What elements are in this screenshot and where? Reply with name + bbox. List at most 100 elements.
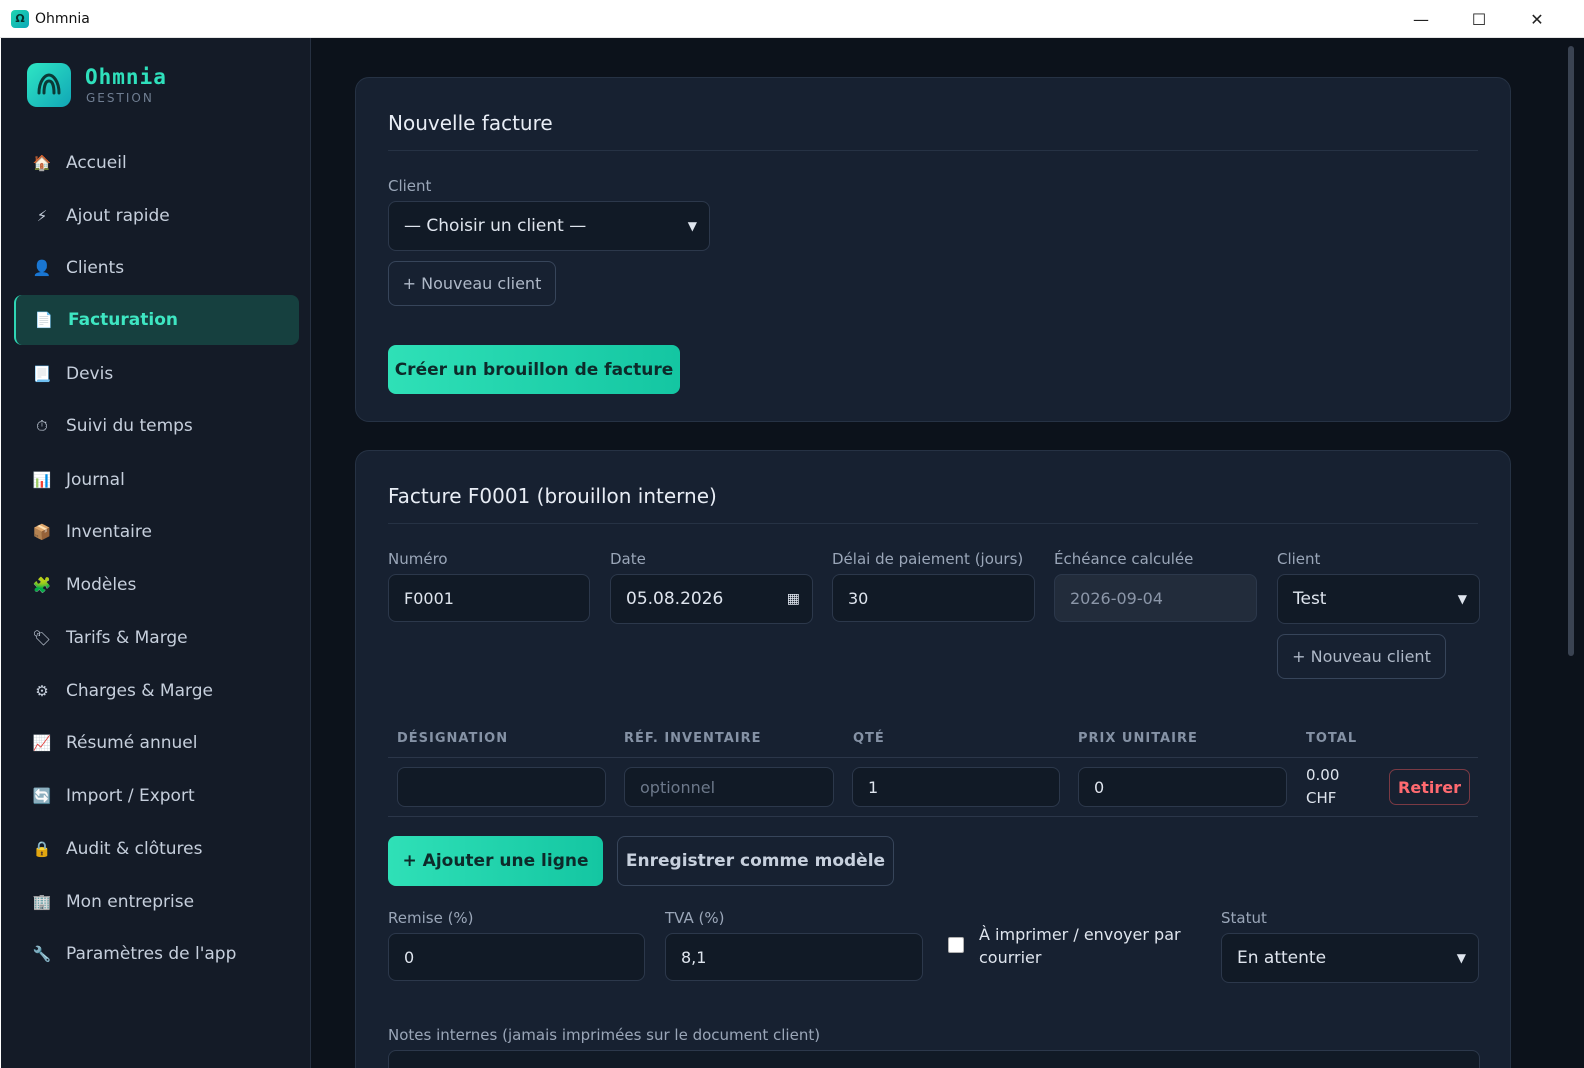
wrench-icon: 🔧 [32, 945, 52, 963]
sidebar-item-label: Modèles [66, 575, 137, 595]
save-as-template-button[interactable]: Enregistrer comme modèle [617, 836, 894, 886]
sidebar-item-label: Paramètres de l'app [66, 944, 237, 964]
sidebar-item-label: Tarifs & Marge [66, 628, 188, 648]
sidebar-item-resume-annuel[interactable]: 📈 Résumé annuel [14, 718, 299, 768]
building-icon: 🏢 [32, 893, 52, 911]
sidebar-item-ajout-rapide[interactable]: ⚡ Ajout rapide [14, 191, 299, 241]
sidebar: Ohmnia GESTION 🏠 Accueil ⚡ Ajout rapide 👤 C… [1, 38, 311, 1068]
sidebar-item-devis[interactable]: 📃 Devis [14, 349, 299, 399]
client-label: Client [388, 177, 432, 195]
create-draft-button[interactable]: Créer un brouillon de facture [388, 345, 680, 394]
new-invoice-card: Nouvelle facture Client — Choisir un cli… [355, 77, 1511, 422]
notes-textarea[interactable] [388, 1050, 1480, 1068]
discount-input[interactable]: 0 [388, 933, 645, 981]
payment-delay-input[interactable]: 30 [832, 574, 1035, 622]
maximize-button[interactable]: ☐ [1450, 0, 1508, 38]
mail-checkbox-label: À imprimer / envoyer par courrier [979, 925, 1181, 967]
user-icon: 👤 [32, 259, 52, 277]
column-header-qty: QTÉ [853, 731, 885, 746]
line-total: 0.00 CHF [1306, 764, 1339, 810]
client-select-value: Test [1293, 589, 1327, 609]
bar-chart-icon: 📊 [32, 471, 52, 489]
designation-input[interactable] [397, 767, 606, 807]
sidebar-item-audit-clotures[interactable]: 🔒 Audit & clôtures [14, 824, 299, 874]
new-client-button[interactable]: + Nouveau client [1277, 634, 1446, 679]
sidebar-item-import-export[interactable]: 🔄 Import / Export [14, 771, 299, 821]
sidebar-item-modeles[interactable]: 🧩 Modèles [14, 560, 299, 610]
sidebar-item-inventaire[interactable]: 📦 Inventaire [14, 507, 299, 557]
vat-value: 8,1 [681, 947, 707, 967]
minimize-button[interactable]: — [1392, 0, 1450, 38]
calendar-icon[interactable]: ▦ [787, 591, 800, 607]
sidebar-item-charges-marge[interactable]: ⚙ Charges & Marge [14, 666, 299, 716]
lightning-icon: ⚡ [36, 207, 48, 225]
remove-line-button[interactable]: Retirer [1389, 769, 1470, 805]
sidebar-item-journal[interactable]: 📊 Journal [14, 455, 299, 505]
sidebar-item-mon-entreprise[interactable]: 🏢 Mon entreprise [14, 877, 299, 927]
qty-input[interactable]: 1 [852, 767, 1060, 807]
column-header-designation: DÉSIGNATION [397, 731, 509, 746]
sidebar-item-label: Devis [66, 364, 114, 384]
client-select[interactable]: Test ▼ [1277, 574, 1480, 624]
sidebar-item-label: Résumé annuel [66, 733, 198, 753]
date-label: Date [610, 550, 646, 568]
new-client-button[interactable]: + Nouveau client [388, 261, 556, 306]
number-input[interactable]: F0001 [388, 574, 590, 622]
sidebar-item-facturation[interactable]: 📄 Facturation [14, 295, 299, 345]
add-line-button[interactable]: + Ajouter une ligne [388, 836, 603, 886]
qty-value: 1 [868, 777, 879, 797]
status-select-value: En attente [1237, 948, 1327, 968]
stopwatch-icon: ⏱ [36, 417, 48, 435]
box-icon: 📦 [32, 523, 52, 541]
due-date-value: 2026-09-04 [1070, 588, 1163, 608]
sidebar-item-label: Ajout rapide [66, 206, 170, 226]
brand-logo-icon [27, 63, 71, 107]
vat-input[interactable]: 8,1 [665, 933, 923, 981]
ref-input[interactable]: optionnel [624, 767, 834, 807]
number-value: F0001 [404, 588, 454, 608]
unit-price-value: 0 [1094, 777, 1105, 797]
line-total-currency: CHF [1306, 789, 1337, 807]
invoice-icon: 📄 [34, 311, 54, 329]
client-label: Client [1277, 550, 1321, 568]
sidebar-item-clients[interactable]: 👤 Clients [14, 243, 299, 293]
client-select-value: — Choisir un client — [404, 216, 587, 236]
column-header-unit-price: PRIX UNITAIRE [1078, 731, 1198, 746]
sidebar-item-label: Charges & Marge [66, 681, 213, 701]
sidebar-item-tarifs-marge[interactable]: 🏷 Tarifs & Marge [14, 613, 299, 663]
status-select[interactable]: En attente ▼ [1221, 933, 1479, 983]
unit-price-input[interactable]: 0 [1078, 767, 1287, 807]
gear-icon: ⚙ [35, 682, 49, 700]
sidebar-item-label: Clients [66, 258, 125, 278]
table-header-line [388, 757, 1478, 758]
date-input[interactable]: 05.08.2026 ▦ [610, 574, 813, 624]
vat-label: TVA (%) [665, 909, 725, 927]
sidebar-item-accueil[interactable]: 🏠 Accueil [14, 138, 299, 188]
payment-delay-value: 30 [848, 588, 869, 608]
main-content: Nouvelle facture Client — Choisir un cli… [311, 38, 1584, 1068]
payment-delay-label: Délai de paiement (jours) [832, 550, 1024, 568]
refresh-icon: 🔄 [32, 787, 52, 805]
sidebar-item-label: Audit & clôtures [66, 839, 203, 859]
sidebar-item-label: Journal [66, 470, 125, 490]
card-title: Facture F0001 (brouillon interne) [388, 484, 717, 508]
sidebar-item-label: Accueil [66, 153, 127, 173]
due-date-label: Échéance calculée [1054, 550, 1194, 568]
column-header-total: TOTAL [1306, 731, 1358, 746]
window-titlebar: Ω Ohmnia — ☐ ✕ [0, 0, 1584, 38]
ref-placeholder: optionnel [640, 777, 716, 797]
close-button[interactable]: ✕ [1508, 0, 1566, 38]
puzzle-icon: 🧩 [32, 576, 52, 594]
number-label: Numéro [388, 550, 448, 568]
sidebar-item-parametres[interactable]: 🔧 Paramètres de l'app [14, 929, 299, 979]
client-select[interactable]: — Choisir un client — ▼ [388, 201, 710, 251]
sidebar-item-suivi-du-temps[interactable]: ⏱ Suivi du temps [14, 401, 299, 451]
notes-label: Notes internes (jamais imprimées sur le … [388, 1026, 821, 1044]
divider [388, 523, 1478, 524]
line-total-amount: 0.00 [1306, 766, 1340, 784]
table-row-line [388, 816, 1478, 817]
scrollbar[interactable] [1568, 46, 1574, 656]
price-tag-icon: 🏷 [32, 629, 52, 647]
mail-checkbox[interactable] [948, 937, 964, 953]
due-date-field: 2026-09-04 [1054, 574, 1257, 622]
